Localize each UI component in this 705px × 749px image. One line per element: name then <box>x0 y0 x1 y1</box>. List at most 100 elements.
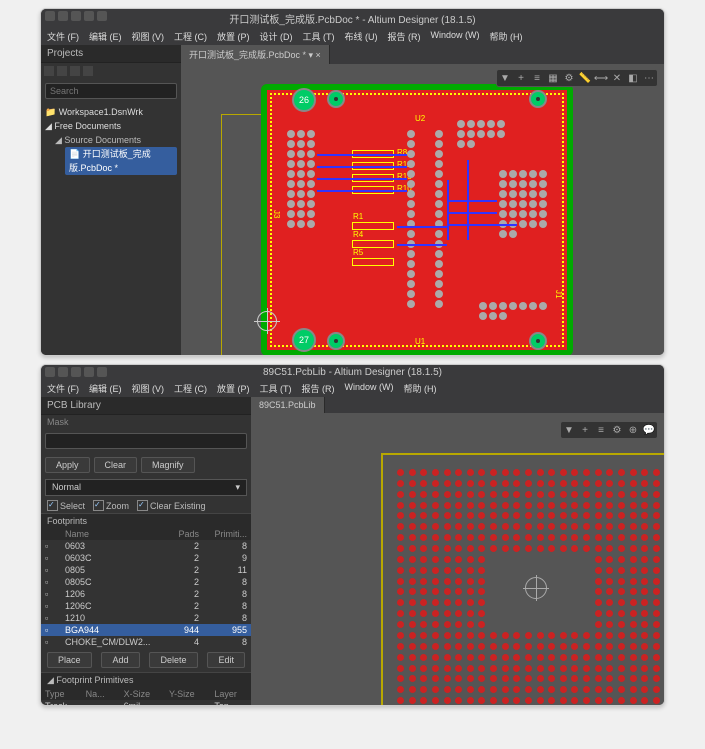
footprint-row[interactable]: ▫1206C28 <box>41 600 251 612</box>
col-name2[interactable]: Na... <box>82 688 120 700</box>
col-layer[interactable]: Layer <box>210 688 251 700</box>
footprint-row[interactable]: ▫0805C28 <box>41 576 251 588</box>
place-button[interactable]: Place <box>47 652 92 668</box>
menu-item[interactable]: 工程 (C) <box>174 382 207 395</box>
projects-panel: Projects 📁 Workspace1.DsnWrk ◢ Free Docu… <box>41 45 181 355</box>
menu-item[interactable]: 编辑 (E) <box>89 30 122 43</box>
mask-label: Mask <box>41 415 251 429</box>
clear-button[interactable]: Clear <box>94 457 138 473</box>
menu-item[interactable]: Window (W) <box>345 382 394 395</box>
menu-item[interactable]: 设计 (D) <box>260 30 293 43</box>
mask-input[interactable] <box>45 433 247 449</box>
pad-row <box>479 302 549 320</box>
panel-icon[interactable] <box>70 66 80 76</box>
mode-dropdown[interactable]: Normal ▾ <box>45 479 247 496</box>
delete-button[interactable]: Delete <box>149 652 197 668</box>
col-xs[interactable]: X-Size <box>120 688 165 700</box>
menu-item[interactable]: Window (W) <box>431 30 480 43</box>
panel-icon[interactable] <box>44 66 54 76</box>
menu-item[interactable]: 视图 (V) <box>132 382 165 395</box>
qat-icon[interactable] <box>71 367 81 377</box>
tree-doc[interactable]: 📄 开口测试板_完成版.PcbDoc * <box>45 147 177 175</box>
panel-icon[interactable] <box>57 66 67 76</box>
menu-item[interactable]: 工程 (C) <box>174 30 207 43</box>
snap-icon[interactable]: ⊕ <box>627 424 639 436</box>
col-name[interactable]: Name <box>61 528 155 540</box>
view-icon[interactable]: ◧ <box>627 72 639 84</box>
doc-tab[interactable]: 89C51.PcbLib <box>251 397 325 413</box>
titlebar: 89C51.PcbLib - Altium Designer (18.1.5) <box>41 365 664 380</box>
footprint-row[interactable]: ▫CHOKE_CM/DLW2...48 <box>41 636 251 648</box>
mounting-hole <box>327 90 345 108</box>
tree-free[interactable]: ◢ Free Documents <box>45 119 177 133</box>
filter-icon[interactable]: ▼ <box>499 72 511 84</box>
footprint-row[interactable]: ▫120628 <box>41 588 251 600</box>
clear-existing-checkbox[interactable]: Clear Existing <box>137 500 206 511</box>
qat-icon[interactable] <box>97 11 107 21</box>
ruler-icon[interactable]: 📏 <box>579 72 591 84</box>
magnify-button[interactable]: Magnify <box>141 457 195 473</box>
settings-icon[interactable]: ⚙ <box>611 424 623 436</box>
plus-icon[interactable]: + <box>515 72 527 84</box>
tree-workspace[interactable]: 📁 Workspace1.DsnWrk <box>45 105 177 119</box>
qat-icon[interactable] <box>97 367 107 377</box>
settings-icon[interactable]: ⚙ <box>563 72 575 84</box>
menu-item[interactable]: 帮助 (H) <box>490 30 523 43</box>
footprint-editor: 89C51.PcbLib ▼ + ≡ ⚙ ⊕ 💬 <box>251 397 664 706</box>
primitive-row[interactable]: Track6milTop... <box>41 700 251 706</box>
qat-icon[interactable] <box>58 367 68 377</box>
menu-item[interactable]: 帮助 (H) <box>404 382 437 395</box>
tree-source[interactable]: ◢ Source Documents <box>45 133 177 147</box>
footprint-row[interactable]: ▫0805211 <box>41 564 251 576</box>
select-checkbox[interactable]: Select <box>47 500 85 511</box>
qat-icon[interactable] <box>45 11 55 21</box>
menu-item[interactable]: 视图 (V) <box>132 30 165 43</box>
qat-icon[interactable] <box>58 11 68 21</box>
layers-icon[interactable]: ≡ <box>531 72 543 84</box>
menu-item[interactable]: 工具 (T) <box>260 382 292 395</box>
menu-item[interactable]: 放置 (P) <box>217 30 250 43</box>
menu-item[interactable]: 报告 (R) <box>302 382 335 395</box>
menu-item[interactable]: 编辑 (E) <box>89 382 122 395</box>
edit-button[interactable]: Edit <box>207 652 245 668</box>
menu-item[interactable]: 文件 (F) <box>47 382 79 395</box>
menu-item[interactable]: 布线 (U) <box>345 30 378 43</box>
menu-item[interactable]: 报告 (R) <box>388 30 421 43</box>
bga-footprint <box>381 453 664 706</box>
footprint-row[interactable]: ▫060328 <box>41 540 251 552</box>
menu-item[interactable]: 放置 (P) <box>217 382 250 395</box>
search-input[interactable] <box>45 83 177 99</box>
xsignal-icon[interactable]: ✕ <box>611 72 623 84</box>
col-ys[interactable]: Y-Size <box>165 688 210 700</box>
col-type[interactable]: Type <box>41 688 82 700</box>
footprint-canvas[interactable] <box>251 413 664 706</box>
col-pads[interactable]: Pads <box>155 528 203 540</box>
zoom-checkbox[interactable]: Zoom <box>93 500 129 511</box>
add-button[interactable]: Add <box>101 652 139 668</box>
primitives-section[interactable]: ◢ Footprint Primitives <box>41 672 251 688</box>
footprint-row[interactable]: ▫121028 <box>41 612 251 624</box>
dimension-icon[interactable]: ⟷ <box>595 72 607 84</box>
qat-icon[interactable] <box>84 367 94 377</box>
resistor <box>352 258 394 266</box>
pcb-canvas[interactable]: 26 27 J3 R8 R11 R13 R10 R1 R4 R5 <box>181 64 664 355</box>
qat-icon[interactable] <box>84 11 94 21</box>
plus-icon[interactable]: + <box>579 424 591 436</box>
footprint-row[interactable]: ▫BGA944944955 <box>41 624 251 636</box>
doc-tab[interactable]: 开口测试板_完成版.PcbDoc * ▾ × <box>181 45 330 64</box>
menu-item[interactable]: 文件 (F) <box>47 30 79 43</box>
more-icon[interactable]: ⋯ <box>643 72 655 84</box>
col-prim[interactable]: Primiti... <box>203 528 251 540</box>
footprint-row[interactable]: ▫0603C29 <box>41 552 251 564</box>
qat-icon[interactable] <box>45 367 55 377</box>
menu-item[interactable]: 工具 (T) <box>303 30 335 43</box>
origin-marker <box>525 577 547 599</box>
grid-icon[interactable]: ▦ <box>547 72 559 84</box>
comment-icon[interactable]: 💬 <box>643 424 655 436</box>
panel-icon[interactable] <box>83 66 93 76</box>
pcb-board: 26 27 J3 R8 R11 R13 R10 R1 R4 R5 <box>261 84 573 355</box>
apply-button[interactable]: Apply <box>45 457 90 473</box>
filter-icon[interactable]: ▼ <box>563 424 575 436</box>
qat-icon[interactable] <box>71 11 81 21</box>
layers-icon[interactable]: ≡ <box>595 424 607 436</box>
